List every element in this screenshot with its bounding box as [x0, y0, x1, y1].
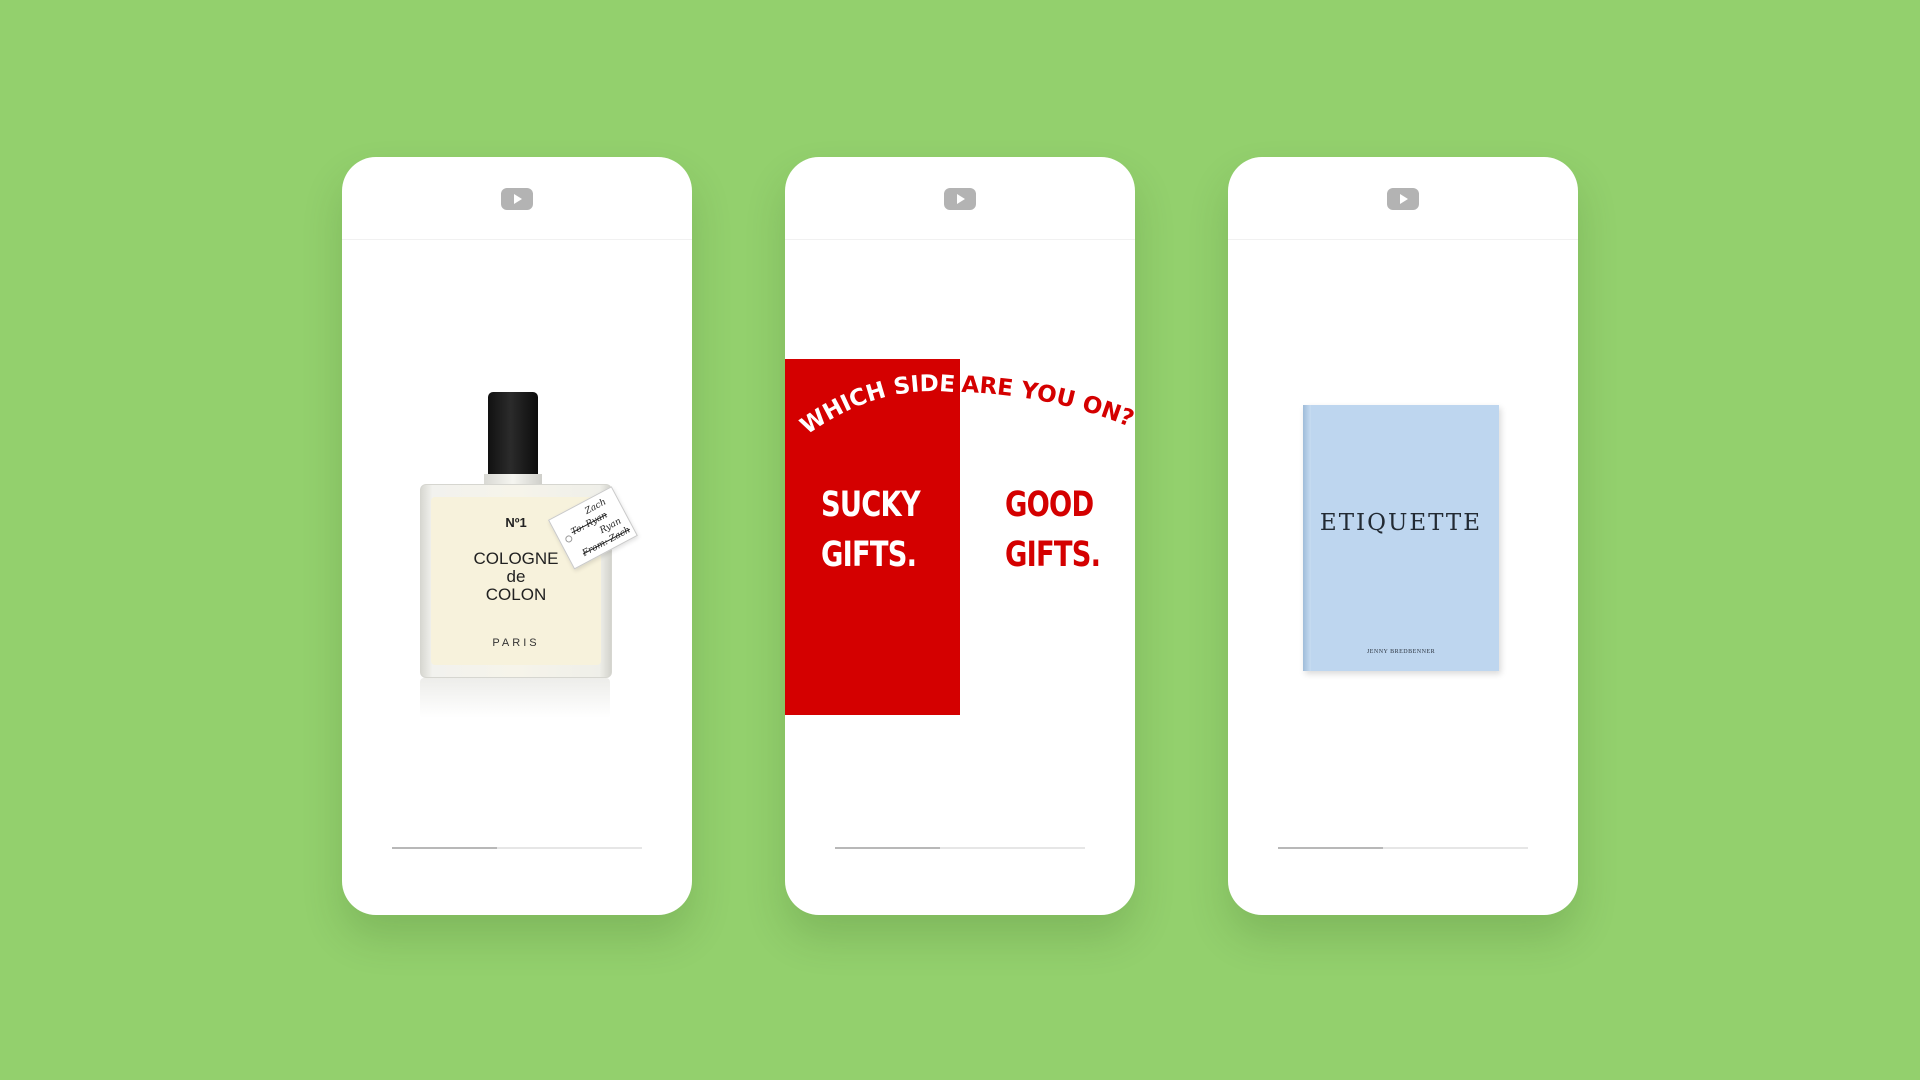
video-progress-bar[interactable] [835, 847, 1085, 849]
video-progress-fill [392, 847, 497, 849]
phone-card-etiquette[interactable]: ETIQUETTE JENNY BREDBENNER [1228, 157, 1578, 915]
phone-card-cologne[interactable]: Nº1 COLOGNE de COLON PARIS Zach To: Ryan… [342, 157, 692, 915]
sucky-gifts-line-2: GIFTS. [821, 535, 917, 575]
book-author: JENNY BREDBENNER [1366, 649, 1436, 655]
question-left-text: WHICH SIDE [796, 371, 956, 440]
sucky-gifts-text: SUCKY GIFTS. [821, 480, 930, 580]
video-progress-bar[interactable] [392, 847, 642, 849]
question-right-text: ARE YOU ON? [961, 372, 1135, 433]
youtube-play-icon[interactable] [501, 188, 533, 210]
youtube-play-icon[interactable] [1387, 188, 1419, 210]
stage: Nº1 COLOGNE de COLON PARIS Zach To: Ryan… [0, 0, 1920, 1080]
question-right: ARE YOU ON? [961, 372, 1135, 433]
cologne-name-line-3: COLON [485, 585, 547, 604]
video-progress-bar[interactable] [1278, 847, 1528, 849]
video-progress-fill [835, 847, 940, 849]
good-gifts-line-2: GIFTS. [1005, 535, 1101, 575]
question-left: WHICH SIDE [796, 371, 956, 440]
cologne-bottle-image: Nº1 COLOGNE de COLON PARIS Zach To: Ryan… [414, 392, 638, 722]
bottle-cap [488, 392, 538, 476]
cologne-name-line-2: de [506, 567, 526, 586]
sucky-gifts-line-1: SUCKY [821, 485, 921, 525]
book-title: ETIQUETTE [1319, 510, 1483, 536]
good-gifts-line-1: GOOD [1005, 485, 1094, 525]
phone-card-which-side[interactable]: WHICH SIDE ARE YOU ON? SUCKY GIFTS. GOOD… [785, 157, 1135, 915]
good-gifts-text: GOOD GIFTS. [1005, 480, 1114, 580]
bottle-reflection [420, 678, 610, 718]
book-spine [1303, 405, 1311, 671]
etiquette-book-image: ETIQUETTE JENNY BREDBENNER [1303, 405, 1499, 671]
cologne-city: PARIS [492, 637, 540, 649]
video-progress-fill [1278, 847, 1383, 849]
phone-header [1228, 157, 1578, 240]
phone-header [342, 157, 692, 240]
